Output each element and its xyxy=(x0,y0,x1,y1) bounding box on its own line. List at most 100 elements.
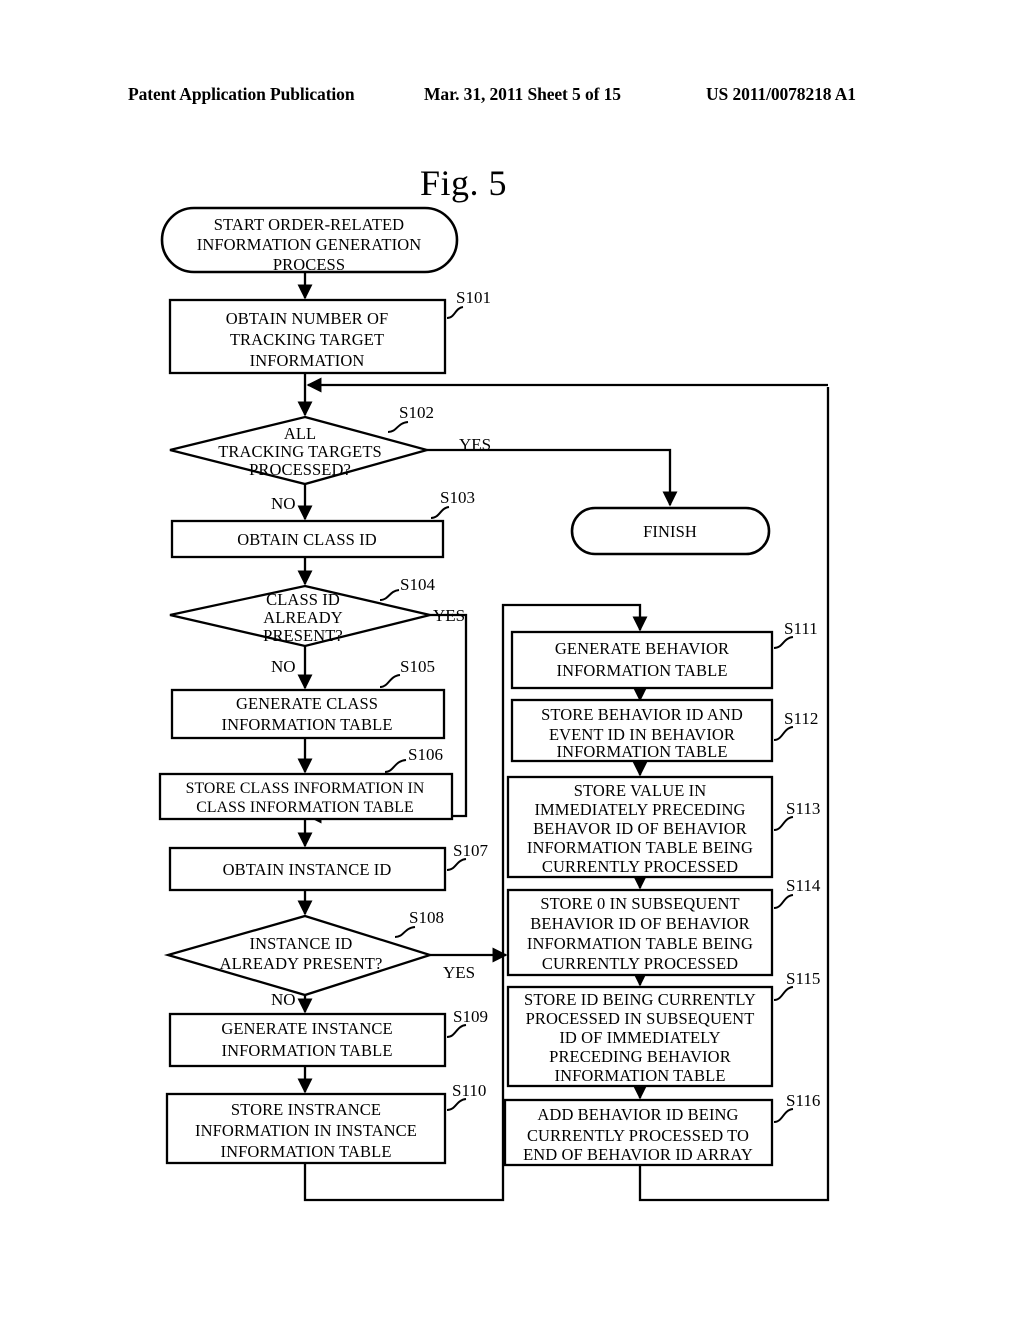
s112-leader xyxy=(773,726,794,741)
s101-line-2: TRACKING TARGET xyxy=(230,330,384,349)
s102-yes-label: YES xyxy=(459,435,491,454)
s114-step-label: S114 xyxy=(786,876,821,895)
s104-line-3: PRESENT? xyxy=(263,626,343,645)
s105-leader xyxy=(379,674,401,688)
flowchart: START ORDER-RELATED INFORMATION GENERATI… xyxy=(158,206,830,1202)
s110-step-label: S110 xyxy=(452,1081,486,1100)
s106-leader xyxy=(384,759,407,773)
s113-line-4: INFORMATION TABLE BEING xyxy=(527,838,753,857)
s112-line-1: STORE BEHAVIOR ID AND xyxy=(541,705,743,724)
s103-leader xyxy=(430,506,450,519)
s103-line-1: OBTAIN CLASS ID xyxy=(237,530,377,549)
finish-label: FINISH xyxy=(643,522,697,541)
s102-line-1: ALL xyxy=(284,424,316,443)
s108-leader xyxy=(394,926,416,938)
s108-line-1: INSTANCE ID xyxy=(250,934,353,953)
s113-line-5: CURRENTLY PROCESSED xyxy=(542,857,738,876)
s107-line-1: OBTAIN INSTANCE ID xyxy=(223,860,392,879)
node-s108: INSTANCE ID ALREADY PRESENT? S108 YES NO xyxy=(163,908,475,1009)
s111-leader xyxy=(773,636,794,649)
node-s114: STORE 0 IN SUBSEQUENT BEHAVIOR ID OF BEH… xyxy=(506,876,821,977)
s108-line-2: ALREADY PRESENT? xyxy=(220,954,383,973)
node-s115: STORE ID BEING CURRENTLY PROCESSED IN SU… xyxy=(506,969,820,1088)
s109-line-1: GENERATE INSTANCE xyxy=(221,1019,392,1038)
s115-line-4: PRECEDING BEHAVIOR xyxy=(549,1047,731,1066)
s103-step-label: S103 xyxy=(440,488,475,507)
node-s107: OBTAIN INSTANCE ID S107 xyxy=(168,841,488,892)
node-s110: STORE INSTRANCE INFORMATION IN INSTANCE … xyxy=(165,1081,486,1165)
s114-leader xyxy=(773,894,794,909)
s114-line-1: STORE 0 IN SUBSEQUENT xyxy=(540,894,739,913)
s116-step-label: S116 xyxy=(786,1091,820,1110)
s109-leader xyxy=(446,1024,467,1038)
s111-line-1: GENERATE BEHAVIOR xyxy=(555,639,729,658)
s111-line-2: INFORMATION TABLE xyxy=(556,661,727,680)
s106-line-2: CLASS INFORMATION TABLE xyxy=(196,799,414,816)
s116-line-1: ADD BEHAVIOR ID BEING xyxy=(537,1105,738,1124)
s110-line-2: INFORMATION IN INSTANCE xyxy=(195,1121,417,1140)
s109-line-2: INFORMATION TABLE xyxy=(221,1041,392,1060)
s116-line-2: CURRENTLY PROCESSED TO xyxy=(527,1126,749,1145)
s104-line-2: ALREADY xyxy=(263,608,343,627)
node-s111: GENERATE BEHAVIOR INFORMATION TABLE S111 xyxy=(510,619,818,690)
node-finish: FINISH xyxy=(570,506,771,556)
s109-step-label: S109 xyxy=(453,1007,488,1026)
s114-line-3: INFORMATION TABLE BEING xyxy=(527,934,753,953)
s102-no-label: NO xyxy=(271,494,296,513)
s114-line-2: BEHAVIOR ID OF BEHAVIOR xyxy=(530,914,749,933)
s113-line-2: IMMEDIATELY PRECEDING xyxy=(534,800,745,819)
node-s116: ADD BEHAVIOR ID BEING CURRENTLY PROCESSE… xyxy=(503,1091,820,1167)
start-line-1: START ORDER-RELATED xyxy=(214,215,404,234)
node-s113: STORE VALUE IN IMMEDIATELY PRECEDING BEH… xyxy=(506,775,820,879)
s110-line-3: INFORMATION TABLE xyxy=(220,1142,391,1161)
node-s103: OBTAIN CLASS ID S103 xyxy=(170,488,475,559)
node-s105: GENERATE CLASS INFORMATION TABLE S105 xyxy=(170,657,446,740)
s115-line-5: INFORMATION TABLE xyxy=(554,1066,725,1085)
s111-step-label: S111 xyxy=(784,619,818,638)
s102-line-3: PROCESSED? xyxy=(249,460,351,479)
node-start: START ORDER-RELATED INFORMATION GENERATI… xyxy=(160,206,459,274)
s112-line-3: INFORMATION TABLE xyxy=(556,742,727,761)
s102-step-label: S102 xyxy=(399,403,434,422)
s104-step-label: S104 xyxy=(400,575,435,594)
s105-step-label: S105 xyxy=(400,657,435,676)
s108-no-label: NO xyxy=(271,990,296,1009)
node-s109: GENERATE INSTANCE INFORMATION TABLE S109 xyxy=(168,1007,488,1068)
s101-line-1: OBTAIN NUMBER OF xyxy=(226,309,389,328)
s104-no-label: NO xyxy=(271,657,296,676)
s115-step-label: S115 xyxy=(786,969,820,988)
s113-line-3: BEHAVOR ID OF BEHAVIOR xyxy=(533,819,747,838)
s115-line-1: STORE ID BEING CURRENTLY xyxy=(524,990,756,1009)
s115-line-2: PROCESSED IN SUBSEQUENT xyxy=(526,1009,755,1028)
s113-step-label: S113 xyxy=(786,799,820,818)
s104-yes-label: YES xyxy=(433,606,465,625)
s107-leader xyxy=(446,858,467,871)
s113-leader xyxy=(773,816,794,831)
s115-leader xyxy=(773,986,794,1001)
s110-leader xyxy=(446,1098,467,1111)
node-s101: OBTAIN NUMBER OF TRACKING TARGET INFORMA… xyxy=(168,288,491,375)
s104-leader xyxy=(379,589,400,601)
s104-line-1: CLASS ID xyxy=(266,590,340,609)
s113-line-1: STORE VALUE IN xyxy=(574,781,707,800)
s114-line-4: CURRENTLY PROCESSED xyxy=(542,954,738,973)
s106-line-1: STORE CLASS INFORMATION IN xyxy=(186,780,425,797)
s101-line-3: INFORMATION xyxy=(250,351,365,370)
start-line-3: PROCESS xyxy=(273,255,345,274)
s116-line-3: END OF BEHAVIOR ID ARRAY xyxy=(523,1145,753,1164)
s105-line-2: INFORMATION TABLE xyxy=(221,715,392,734)
node-s112: STORE BEHAVIOR ID AND EVENT ID IN BEHAVI… xyxy=(510,698,818,763)
start-line-2: INFORMATION GENERATION xyxy=(197,235,421,254)
s106-step-label: S106 xyxy=(408,745,443,764)
s101-leader xyxy=(446,306,464,319)
s112-step-label: S112 xyxy=(784,709,818,728)
s105-line-1: GENERATE CLASS xyxy=(236,694,378,713)
s108-yes-label: YES xyxy=(443,963,475,982)
s102-leader xyxy=(387,421,409,433)
s107-step-label: S107 xyxy=(453,841,488,860)
s102-line-2: TRACKING TARGETS xyxy=(218,442,382,461)
s101-step-label: S101 xyxy=(456,288,491,307)
s116-leader xyxy=(773,1108,794,1123)
s110-line-1: STORE INSTRANCE xyxy=(231,1100,381,1119)
s108-step-label: S108 xyxy=(409,908,444,927)
